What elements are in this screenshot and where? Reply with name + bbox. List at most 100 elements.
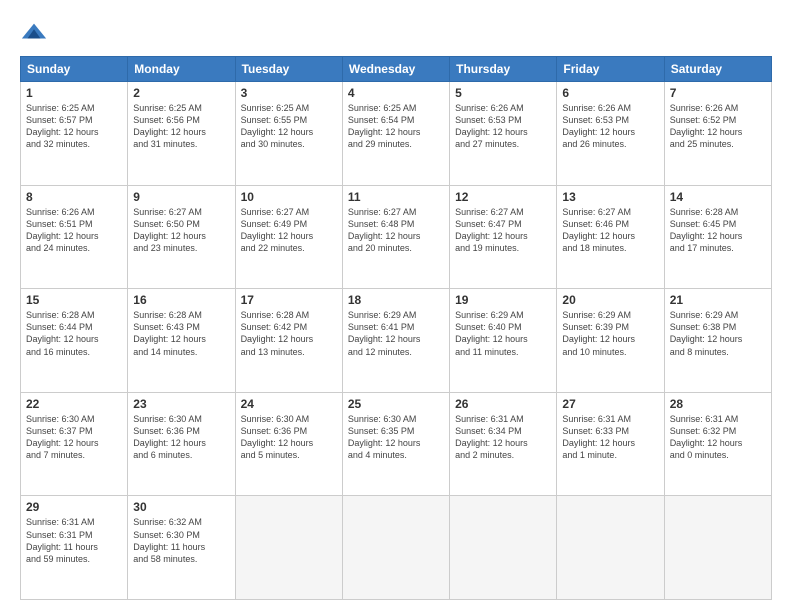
calendar-cell: [664, 496, 771, 600]
day-info: Sunrise: 6:26 AM Sunset: 6:52 PM Dayligh…: [670, 102, 766, 151]
weekday-tuesday: Tuesday: [235, 57, 342, 82]
day-info: Sunrise: 6:30 AM Sunset: 6:35 PM Dayligh…: [348, 413, 444, 462]
day-info: Sunrise: 6:28 AM Sunset: 6:44 PM Dayligh…: [26, 309, 122, 358]
day-info: Sunrise: 6:30 AM Sunset: 6:37 PM Dayligh…: [26, 413, 122, 462]
calendar-cell: 25 Sunrise: 6:30 AM Sunset: 6:35 PM Dayli…: [342, 392, 449, 496]
calendar-cell: 19 Sunrise: 6:29 AM Sunset: 6:40 PM Dayli…: [450, 289, 557, 393]
day-info: Sunrise: 6:31 AM Sunset: 6:32 PM Dayligh…: [670, 413, 766, 462]
calendar-cell: 24 Sunrise: 6:30 AM Sunset: 6:36 PM Dayli…: [235, 392, 342, 496]
day-number: 23: [133, 397, 229, 411]
week-row-3: 15Sunrise: 6:28 AM Sunset: 6:44 PM Dayli…: [21, 289, 772, 393]
day-info: Sunrise: 6:27 AM Sunset: 6:48 PM Dayligh…: [348, 206, 444, 255]
weekday-monday: Monday: [128, 57, 235, 82]
day-number: 5: [455, 86, 551, 100]
day-info: Sunrise: 6:27 AM Sunset: 6:50 PM Dayligh…: [133, 206, 229, 255]
day-number: 16: [133, 293, 229, 307]
calendar-cell: [450, 496, 557, 600]
logo: [20, 18, 52, 46]
calendar-cell: 22 Sunrise: 6:30 AM Sunset: 6:37 PM Dayli…: [21, 392, 128, 496]
day-number: 11: [348, 190, 444, 204]
calendar-cell: 23 Sunrise: 6:30 AM Sunset: 6:36 PM Dayli…: [128, 392, 235, 496]
day-number: 6: [562, 86, 658, 100]
header: [20, 18, 772, 46]
day-number: 12: [455, 190, 551, 204]
day-info: Sunrise: 6:30 AM Sunset: 6:36 PM Dayligh…: [133, 413, 229, 462]
day-number: 2: [133, 86, 229, 100]
day-info: Sunrise: 6:25 AM Sunset: 6:57 PM Dayligh…: [26, 102, 122, 151]
day-number: 27: [562, 397, 658, 411]
calendar-cell: 9 Sunrise: 6:27 AM Sunset: 6:50 PM Daylig…: [128, 185, 235, 289]
week-row-1: 1 Sunrise: 6:25 AM Sunset: 6:57 PM Daylig…: [21, 82, 772, 186]
day-number: 7: [670, 86, 766, 100]
day-number: 30: [133, 500, 229, 514]
calendar-cell: [342, 496, 449, 600]
calendar-cell: 26Sunrise: 6:31 AM Sunset: 6:34 PM Dayli…: [450, 392, 557, 496]
calendar-cell: 30 Sunrise: 6:32 AM Sunset: 6:30 PM Dayli…: [128, 496, 235, 600]
calendar-cell: 11 Sunrise: 6:27 AM Sunset: 6:48 PM Dayli…: [342, 185, 449, 289]
calendar-cell: 12 Sunrise: 6:27 AM Sunset: 6:47 PM Dayli…: [450, 185, 557, 289]
day-number: 14: [670, 190, 766, 204]
day-number: 28: [670, 397, 766, 411]
day-info: Sunrise: 6:30 AM Sunset: 6:36 PM Dayligh…: [241, 413, 337, 462]
day-number: 24: [241, 397, 337, 411]
calendar-table: SundayMondayTuesdayWednesdayThursdayFrid…: [20, 56, 772, 600]
day-info: Sunrise: 6:25 AM Sunset: 6:54 PM Dayligh…: [348, 102, 444, 151]
weekday-header-row: SundayMondayTuesdayWednesdayThursdayFrid…: [21, 57, 772, 82]
day-number: 13: [562, 190, 658, 204]
day-info: Sunrise: 6:27 AM Sunset: 6:49 PM Dayligh…: [241, 206, 337, 255]
day-number: 17: [241, 293, 337, 307]
day-number: 3: [241, 86, 337, 100]
day-number: 9: [133, 190, 229, 204]
weekday-thursday: Thursday: [450, 57, 557, 82]
calendar-cell: 10 Sunrise: 6:27 AM Sunset: 6:49 PM Dayli…: [235, 185, 342, 289]
day-number: 20: [562, 293, 658, 307]
day-number: 10: [241, 190, 337, 204]
calendar-cell: 15Sunrise: 6:28 AM Sunset: 6:44 PM Dayli…: [21, 289, 128, 393]
weekday-sunday: Sunday: [21, 57, 128, 82]
day-info: Sunrise: 6:29 AM Sunset: 6:41 PM Dayligh…: [348, 309, 444, 358]
day-number: 22: [26, 397, 122, 411]
day-info: Sunrise: 6:27 AM Sunset: 6:46 PM Dayligh…: [562, 206, 658, 255]
calendar-cell: [557, 496, 664, 600]
day-number: 18: [348, 293, 444, 307]
day-number: 21: [670, 293, 766, 307]
calendar-cell: 28 Sunrise: 6:31 AM Sunset: 6:32 PM Dayli…: [664, 392, 771, 496]
day-info: Sunrise: 6:26 AM Sunset: 6:51 PM Dayligh…: [26, 206, 122, 255]
day-info: Sunrise: 6:26 AM Sunset: 6:53 PM Dayligh…: [455, 102, 551, 151]
day-info: Sunrise: 6:29 AM Sunset: 6:38 PM Dayligh…: [670, 309, 766, 358]
calendar-cell: 21 Sunrise: 6:29 AM Sunset: 6:38 PM Dayli…: [664, 289, 771, 393]
day-info: Sunrise: 6:27 AM Sunset: 6:47 PM Dayligh…: [455, 206, 551, 255]
calendar-cell: 27 Sunrise: 6:31 AM Sunset: 6:33 PM Dayli…: [557, 392, 664, 496]
day-number: 4: [348, 86, 444, 100]
day-number: 29: [26, 500, 122, 514]
day-number: 25: [348, 397, 444, 411]
day-info: Sunrise: 6:31 AM Sunset: 6:33 PM Dayligh…: [562, 413, 658, 462]
calendar-cell: 16 Sunrise: 6:28 AM Sunset: 6:43 PM Dayli…: [128, 289, 235, 393]
calendar-cell: 4 Sunrise: 6:25 AM Sunset: 6:54 PM Daylig…: [342, 82, 449, 186]
calendar-cell: 14 Sunrise: 6:28 AM Sunset: 6:45 PM Dayli…: [664, 185, 771, 289]
calendar-cell: 2 Sunrise: 6:25 AM Sunset: 6:56 PM Daylig…: [128, 82, 235, 186]
day-number: 19: [455, 293, 551, 307]
calendar-cell: 3Sunrise: 6:25 AM Sunset: 6:55 PM Daylig…: [235, 82, 342, 186]
day-info: Sunrise: 6:31 AM Sunset: 6:31 PM Dayligh…: [26, 516, 122, 565]
day-info: Sunrise: 6:25 AM Sunset: 6:56 PM Dayligh…: [133, 102, 229, 151]
day-info: Sunrise: 6:29 AM Sunset: 6:40 PM Dayligh…: [455, 309, 551, 358]
calendar-cell: 18 Sunrise: 6:29 AM Sunset: 6:41 PM Dayli…: [342, 289, 449, 393]
weekday-wednesday: Wednesday: [342, 57, 449, 82]
calendar-cell: 17 Sunrise: 6:28 AM Sunset: 6:42 PM Dayli…: [235, 289, 342, 393]
day-info: Sunrise: 6:31 AM Sunset: 6:34 PM Dayligh…: [455, 413, 551, 462]
calendar-cell: 13 Sunrise: 6:27 AM Sunset: 6:46 PM Dayli…: [557, 185, 664, 289]
weekday-friday: Friday: [557, 57, 664, 82]
day-info: Sunrise: 6:28 AM Sunset: 6:42 PM Dayligh…: [241, 309, 337, 358]
weekday-saturday: Saturday: [664, 57, 771, 82]
day-info: Sunrise: 6:28 AM Sunset: 6:43 PM Dayligh…: [133, 309, 229, 358]
calendar-cell: 20 Sunrise: 6:29 AM Sunset: 6:39 PM Dayli…: [557, 289, 664, 393]
day-info: Sunrise: 6:28 AM Sunset: 6:45 PM Dayligh…: [670, 206, 766, 255]
page: SundayMondayTuesdayWednesdayThursdayFrid…: [0, 0, 792, 612]
day-number: 1: [26, 86, 122, 100]
day-info: Sunrise: 6:26 AM Sunset: 6:53 PM Dayligh…: [562, 102, 658, 151]
calendar-cell: 1 Sunrise: 6:25 AM Sunset: 6:57 PM Daylig…: [21, 82, 128, 186]
day-info: Sunrise: 6:29 AM Sunset: 6:39 PM Dayligh…: [562, 309, 658, 358]
calendar-cell: 7 Sunrise: 6:26 AM Sunset: 6:52 PM Daylig…: [664, 82, 771, 186]
day-info: Sunrise: 6:32 AM Sunset: 6:30 PM Dayligh…: [133, 516, 229, 565]
